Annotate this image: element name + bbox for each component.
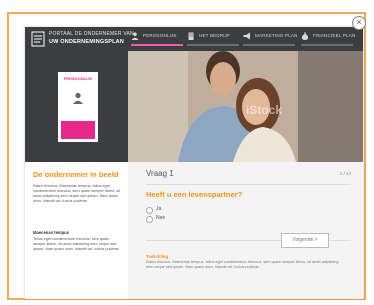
megaphone-icon bbox=[243, 32, 250, 40]
question-panel: Vraag 1 1 / 14 Heeft u een levenspartner… bbox=[128, 162, 363, 299]
step-label: HET BEDRIJF bbox=[199, 33, 231, 38]
step-label: MARKETING PLAN bbox=[255, 33, 298, 38]
explanation-heading: Toelichting bbox=[146, 254, 169, 259]
radio-label: Nee bbox=[156, 215, 166, 221]
logo-title: UW ONDERNEMINGSPLAN bbox=[49, 39, 124, 45]
step-progress-bar bbox=[187, 44, 239, 46]
person-icon bbox=[131, 32, 139, 40]
close-button[interactable]: × bbox=[352, 16, 366, 30]
money-bag-icon bbox=[301, 32, 309, 40]
step-progress-bar bbox=[131, 44, 183, 46]
profile-card-title: PERSOONLIJK bbox=[63, 76, 93, 81]
step-label: PERSOONLIJK bbox=[143, 33, 177, 38]
question-text: Heeft u een levenspartner? bbox=[146, 190, 243, 199]
profile-card: PERSOONLIJK bbox=[58, 72, 98, 142]
building-icon bbox=[188, 32, 194, 40]
divider bbox=[146, 184, 351, 185]
radio-button[interactable] bbox=[146, 207, 153, 214]
step-label: FINANCIEEL PLAN bbox=[313, 33, 356, 38]
next-button[interactable]: Volgende > bbox=[281, 233, 329, 248]
sidebar-info: De ondernemer in beeld Etiam rhoncus. Ma… bbox=[25, 162, 128, 299]
app-panel: PORTAAL DE ONDERNEMER VAN UW ONDERNEMING… bbox=[25, 27, 363, 299]
sidebar-heading: De ondernemer in beeld bbox=[33, 170, 119, 179]
radio-label: Ja bbox=[156, 206, 162, 212]
top-navigation-bar: PORTAAL DE ONDERNEMER VAN UW ONDERNEMING… bbox=[25, 27, 363, 51]
watermark-text: iStock bbox=[246, 103, 283, 117]
radio-button[interactable] bbox=[146, 216, 153, 223]
profile-card-badge bbox=[61, 121, 95, 139]
sidebar-paragraph: Etiam rhoncus. Maecenas tempus, tellus e… bbox=[33, 184, 121, 203]
step-navigation: PERSOONLIJK HET BEDRIJF MARKETING PLAN F… bbox=[131, 27, 363, 51]
step-progress-bar bbox=[301, 44, 353, 46]
question-title: Vraag 1 bbox=[146, 169, 174, 178]
logo-subtitle: PORTAAL DE ONDERNEMER VAN bbox=[49, 31, 134, 37]
person-icon bbox=[73, 92, 83, 104]
sidebar-paragraph: Tellus eget condimentum rhoncus, sem qua… bbox=[33, 237, 120, 251]
question-counter: 1 / 14 bbox=[339, 171, 351, 176]
logo-icon bbox=[31, 31, 45, 47]
sidebar-subheading: Maecenas tempus bbox=[33, 230, 70, 235]
hero-image: iStock bbox=[128, 51, 363, 162]
step-progress-bar bbox=[243, 44, 295, 46]
explanation-text: Etiam rhoncus. Maecenas tempus, tellus e… bbox=[146, 260, 339, 269]
